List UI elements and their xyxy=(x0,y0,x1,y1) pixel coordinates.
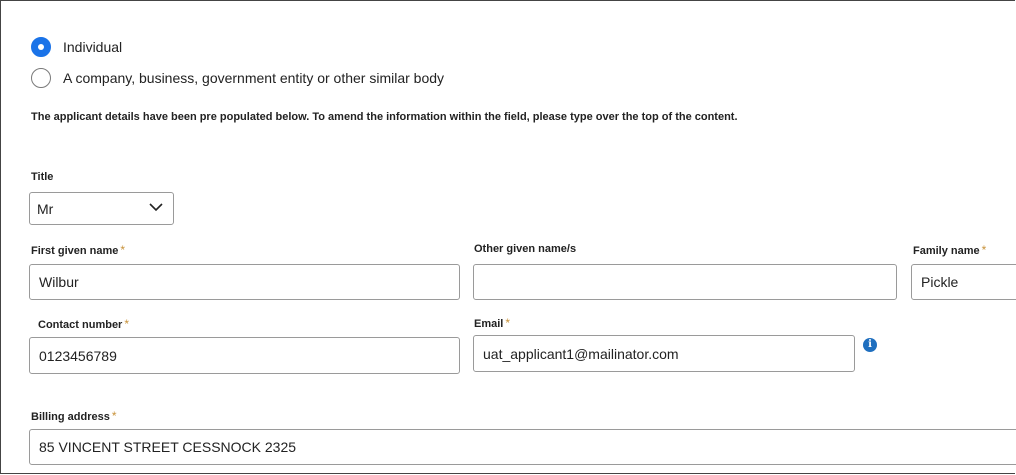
email-label: Email * xyxy=(474,316,510,330)
required-marker: * xyxy=(981,243,987,257)
radio-option-individual[interactable]: Individual xyxy=(31,37,122,57)
billing-address-label-text: Billing address xyxy=(31,411,110,423)
first-given-name-label: First given name * xyxy=(31,243,125,257)
family-name-input[interactable] xyxy=(911,264,1016,300)
radio-individual-label: Individual xyxy=(63,39,123,55)
info-icon[interactable]: i xyxy=(863,338,877,352)
contact-number-label: Contact number * xyxy=(38,317,129,331)
instruction-text: The applicant details have been pre popu… xyxy=(31,111,738,123)
title-select[interactable]: Mr xyxy=(29,192,174,225)
family-name-label: Family name * xyxy=(913,243,986,257)
first-given-name-input[interactable] xyxy=(29,264,460,300)
title-label: Title xyxy=(31,171,54,183)
email-label-text: Email xyxy=(474,318,504,330)
radio-company-label: A company, business, government entity o… xyxy=(63,70,445,86)
contact-number-input[interactable] xyxy=(29,337,460,374)
first-given-name-label-text: First given name xyxy=(31,245,119,257)
required-marker: * xyxy=(505,316,511,330)
billing-address-input[interactable] xyxy=(29,429,1016,465)
radio-individual[interactable] xyxy=(31,37,51,57)
radio-option-company[interactable]: A company, business, government entity o… xyxy=(31,68,444,88)
form-frame: Individual A company, business, governme… xyxy=(0,0,1016,474)
title-select-value: Mr xyxy=(37,200,54,217)
contact-number-label-text: Contact number xyxy=(38,319,123,331)
required-marker: * xyxy=(111,409,117,423)
other-given-names-input[interactable] xyxy=(473,264,897,300)
required-marker: * xyxy=(124,317,130,331)
radio-company[interactable] xyxy=(31,68,51,88)
other-given-names-label: Other given name/s xyxy=(474,243,577,255)
billing-address-label: Billing address * xyxy=(31,409,117,423)
family-name-label-text: Family name xyxy=(913,245,980,257)
chevron-down-icon xyxy=(149,203,163,212)
email-input[interactable] xyxy=(473,335,855,372)
required-marker: * xyxy=(120,243,126,257)
